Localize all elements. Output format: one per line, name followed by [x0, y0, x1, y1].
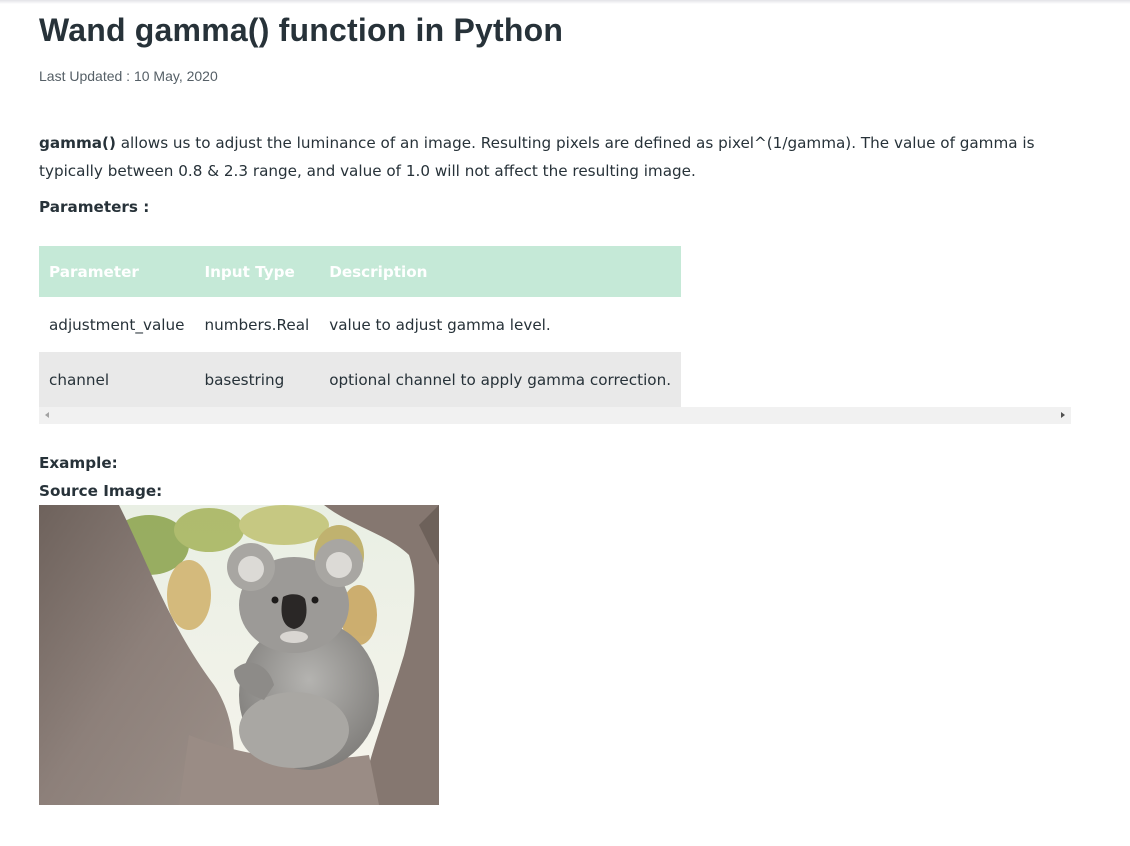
table-row: channel basestring optional channel to a…: [39, 352, 682, 407]
column-header-description: Description: [319, 246, 682, 297]
horizontal-scrollbar[interactable]: [39, 407, 1071, 424]
header-shadow: [0, 0, 1130, 4]
table-cell-parameter: channel: [39, 352, 195, 407]
scroll-right-arrow-icon[interactable]: [1061, 412, 1065, 418]
column-header-parameter: Parameter: [39, 246, 195, 297]
parameters-table-container[interactable]: Parameter Input Type Description adjustm…: [39, 246, 1071, 424]
table-cell-parameter: adjustment_value: [49, 315, 185, 334]
table-header-row: Parameter Input Type Description: [39, 246, 682, 297]
intro-text: allows us to adjust the luminance of an …: [39, 134, 1035, 180]
table-cell-description: value to adjust gamma level.: [329, 315, 551, 334]
intro-paragraph: gamma() allows us to adjust the luminanc…: [39, 129, 1059, 185]
source-image-label: Source Image:: [39, 482, 163, 500]
parameters-label: Parameters :: [39, 198, 150, 216]
table-cell-input-type: basestring: [194, 352, 320, 407]
parameters-table: Parameter Input Type Description adjustm…: [39, 246, 682, 407]
intro-keyword: gamma(): [39, 134, 116, 152]
example-label: Example:: [39, 454, 118, 472]
source-image: [39, 505, 439, 805]
koala-image: [39, 505, 439, 805]
table-row: adjustment_value numbers.Real value to a…: [39, 297, 681, 352]
table-cell-input-type: numbers.Real: [204, 315, 310, 334]
last-updated: Last Updated : 10 May, 2020: [39, 68, 218, 84]
scroll-left-arrow-icon[interactable]: [45, 412, 49, 418]
column-header-input-type: Input Type: [194, 246, 320, 297]
table-cell-description: optional channel to apply gamma correcti…: [319, 352, 682, 407]
article-title: Wand gamma() function in Python: [39, 12, 564, 48]
